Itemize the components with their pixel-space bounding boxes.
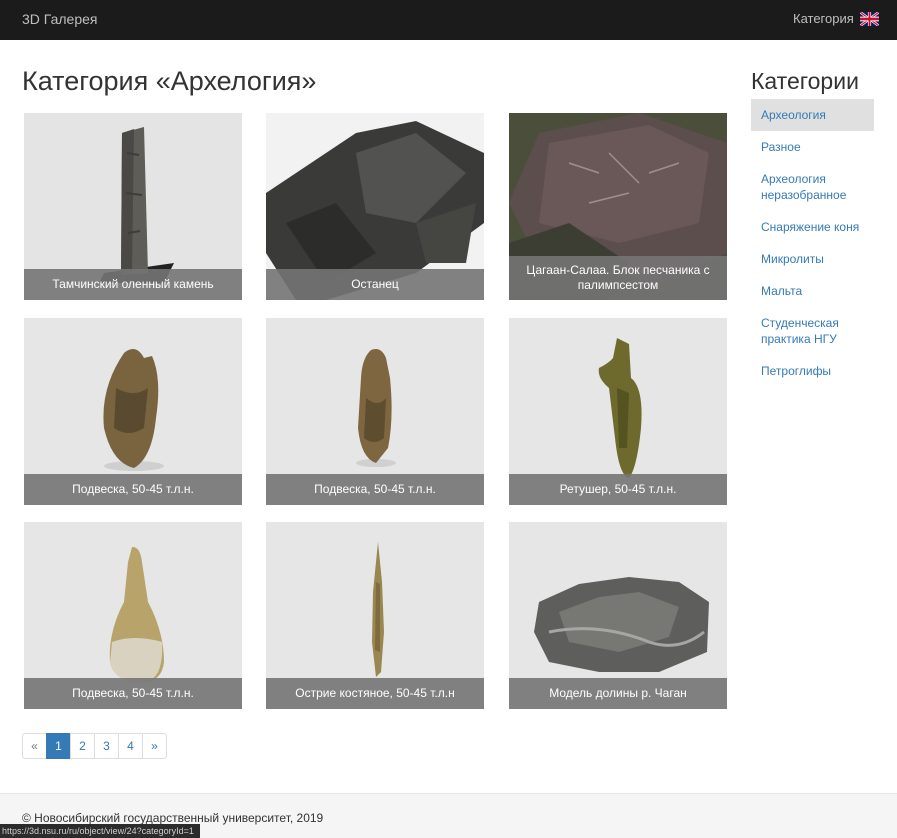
category-item-horse-gear[interactable]: Снаряжение коня (751, 211, 874, 243)
gallery-card[interactable]: Подвеска, 50-45 т.л.н. (266, 318, 484, 505)
pagination-page-3[interactable]: 3 (94, 733, 119, 759)
gallery-caption: Подвеска, 50-45 т.л.н. (24, 678, 242, 709)
category-item-archaeology[interactable]: Археология (751, 99, 874, 131)
navbar: 3D Галерея Категория (0, 0, 897, 40)
gallery-caption: Подвеска, 50-45 т.л.н. (266, 474, 484, 505)
pagination-page-2[interactable]: 2 (70, 733, 95, 759)
pagination-prev[interactable]: « (22, 733, 47, 759)
copyright-text: © Новосибирский государственный универси… (22, 811, 324, 825)
category-item-microliths[interactable]: Микролиты (751, 243, 874, 275)
category-item-student-practice[interactable]: Студенческая практика НГУ (751, 307, 874, 355)
page-title: Категория «Архелогия» (22, 66, 317, 96)
pagination-page-1[interactable]: 1 (46, 733, 71, 759)
gallery-card[interactable]: Ретушер, 50-45 т.л.н. (509, 318, 727, 505)
category-item-misc[interactable]: Разное (751, 131, 874, 163)
gallery-card[interactable]: Модель долины р. Чаган (509, 522, 727, 709)
gallery-card[interactable]: Останец (266, 113, 484, 300)
gallery-card[interactable]: Цагаан-Салаа. Блок песчаника с палимпсес… (509, 113, 727, 300)
gallery-card[interactable]: Подвеска, 50-45 т.л.н. (24, 318, 242, 505)
gallery-caption: Останец (266, 269, 484, 300)
gallery-caption: Подвеска, 50-45 т.л.н. (24, 474, 242, 505)
gallery-caption: Ретушер, 50-45 т.л.н. (509, 474, 727, 505)
brand-link[interactable]: 3D Галерея (22, 11, 97, 27)
gallery-card[interactable]: Тамчинский оленный камень (24, 113, 242, 300)
uk-flag-icon[interactable] (860, 12, 879, 26)
category-item-petroglyphs[interactable]: Петроглифы (751, 355, 874, 387)
gallery-caption: Модель долины р. Чаган (509, 678, 727, 709)
gallery-card[interactable]: Подвеска, 50-45 т.л.н. (24, 522, 242, 709)
pagination: « 1 2 3 4 » (22, 733, 167, 759)
status-bar-url: https://3d.nsu.ru/ru/object/view/24?cate… (0, 824, 200, 838)
gallery-caption: Тамчинский оленный камень (24, 269, 242, 300)
category-item-archaeology-unsorted[interactable]: Археология неразобранное (751, 163, 874, 211)
gallery-card[interactable]: Острие костяное, 50-45 т.л.н (266, 522, 484, 709)
category-menu-link[interactable]: Категория (793, 11, 854, 26)
category-item-malta[interactable]: Мальта (751, 275, 874, 307)
sidebar-title: Категории (751, 68, 859, 94)
pagination-next[interactable]: » (142, 733, 167, 759)
gallery-caption: Цагаан-Салаа. Блок песчаника с палимпсес… (509, 256, 727, 300)
pagination-page-4[interactable]: 4 (118, 733, 143, 759)
gallery-caption: Острие костяное, 50-45 т.л.н (266, 678, 484, 709)
category-list: Археология Разное Археология неразобранн… (751, 99, 874, 387)
